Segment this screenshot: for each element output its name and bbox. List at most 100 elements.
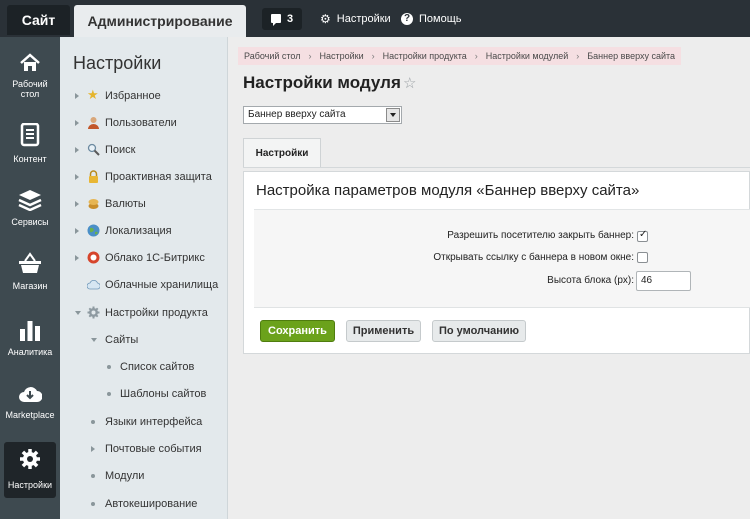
open-new-window-checkbox[interactable] [637,252,648,263]
tab-administration[interactable]: Администрирование [74,5,246,37]
breadcrumb-separator-icon: › [308,51,312,61]
help-link-label: Помощь [419,13,462,25]
gear-icon: ⚙ [320,12,331,27]
page-title: Настройки модуля [243,73,401,92]
globe-icon [87,224,100,237]
help-link[interactable]: ? Помощь [401,11,462,27]
menu-item-desktop[interactable]: Рабочий стол [0,49,60,109]
cloud-storage-icon [87,280,100,290]
layers-icon [18,190,42,211]
tree-item-label: Поиск [105,144,136,156]
lock-icon [89,170,98,183]
breadcrumb-separator-icon: › [474,51,478,61]
tree-item-label: Валюты [105,198,146,210]
breadcrumb-item[interactable]: Рабочий стол [244,51,301,61]
bullet [107,365,111,369]
star-icon: ★ [87,87,99,102]
allow-close-checkbox[interactable] [637,229,648,242]
collapse-arrow-icon[interactable] [75,311,81,315]
tree-item-label: Локализация [105,225,172,237]
breadcrumb-item-current: Баннер вверху сайта [587,51,676,61]
panel-title: Настройки [73,53,162,73]
tree-item-label: Почтовые события [105,443,202,455]
breadcrumb: Рабочий стол › Настройки › Настройки продукт… [238,47,682,65]
tree-item-label: Автокеширование [105,498,198,510]
default-button[interactable]: По умолчанию [432,320,526,342]
cloud-download-icon [19,387,42,402]
menu-label: Marketplace [5,410,55,420]
tree-item-label: Проактивная защита [105,171,212,183]
search-icon [87,143,100,156]
expand-arrow-icon[interactable] [91,446,95,452]
expand-arrow-icon[interactable] [75,255,79,261]
apply-button[interactable]: Применить [346,320,421,342]
module-select-value: Баннер вверху сайта [248,109,346,120]
menu-label: Настройки [7,480,53,490]
settings-card: Настройка параметров модуля «Баннер ввер… [243,171,750,354]
user-icon [88,117,99,129]
menu-label: Сервисы [11,217,49,227]
menu-item-shop[interactable]: Магазин [0,248,60,308]
menu-item-services[interactable]: Сервисы [0,185,60,245]
expand-arrow-icon[interactable] [75,93,79,99]
help-icon: ? [401,13,413,26]
card-title: Настройка параметров модуля «Баннер ввер… [256,182,640,199]
tree-item-label: Облачные хранилища [105,279,219,291]
settings-link[interactable]: ⚙ Настройки [320,11,391,27]
notification-icon [271,14,281,26]
save-button[interactable]: Сохранить [260,320,335,342]
tree-item-label: Языки интерфейса [105,416,203,428]
field-label: Открывать ссылку с баннера в новом окне: [433,252,634,263]
menu-item-marketplace[interactable]: Marketplace [0,379,60,439]
menu-label: Аналитика [7,347,53,357]
tree-item-label: Облако 1С-Битрикс [105,252,205,264]
menu-label: Магазин [12,281,48,291]
breadcrumb-item[interactable]: Настройки [320,51,364,61]
favorite-star-icon[interactable]: ☆ [403,74,416,92]
tree-item-label: Шаблоны сайтов [120,388,207,400]
breadcrumb-separator-icon: › [576,51,580,61]
tree-item-label: Настройки продукта [105,307,208,319]
expand-arrow-icon[interactable] [75,201,79,207]
expand-arrow-icon[interactable] [75,120,79,126]
menu-label: Контент [13,154,47,164]
tab-site[interactable]: Сайт [7,5,70,35]
notifications-button[interactable]: 3 [262,8,302,30]
gear-icon [87,306,100,319]
bitrix-cloud-icon [87,251,100,264]
block-height-input[interactable]: 46 [636,271,691,291]
menu-item-analytics[interactable]: Аналитика [0,315,60,375]
settings-form: Разрешить посетителю закрыть баннер: Отк… [254,210,750,308]
expand-arrow-icon[interactable] [75,174,79,180]
bullet [91,474,95,478]
breadcrumb-item[interactable]: Настройки модулей [486,51,568,61]
document-icon [20,123,40,147]
gear-icon [20,449,40,469]
main-menu: Рабочий стол Контент Сервисы Магазин Ана… [0,37,60,519]
tree-item-label: Избранное [105,90,161,102]
coins-icon [88,199,99,209]
expand-arrow-icon[interactable] [75,228,79,234]
tree-item-label: Сайты [105,334,139,346]
menu-label: Рабочий [12,79,48,89]
bar-chart-icon [20,321,40,341]
breadcrumb-item[interactable]: Настройки продукта [383,51,467,61]
bullet [107,392,111,396]
menu-label: стол [20,89,40,99]
settings-link-label: Настройки [336,13,391,25]
expand-arrow-icon[interactable] [75,147,79,153]
module-select[interactable]: Баннер вверху сайта [243,106,402,124]
notifications-count: 3 [287,13,294,25]
tab-settings[interactable]: Настройки [243,138,321,168]
main-content: Рабочий стол › Настройки › Настройки продукт… [229,37,750,519]
home-icon [20,53,40,71]
menu-item-content[interactable]: Контент [0,121,60,181]
dropdown-arrow-icon[interactable] [386,108,400,122]
basket-icon [19,252,41,273]
menu-item-settings[interactable]: Настройки [4,442,56,498]
tree-item-label: Список сайтов [120,361,195,373]
field-label: Высота блока (px): [547,275,634,286]
collapse-arrow-icon[interactable] [91,338,97,342]
breadcrumb-separator-icon: › [371,51,375,61]
tab-divider [243,167,750,168]
